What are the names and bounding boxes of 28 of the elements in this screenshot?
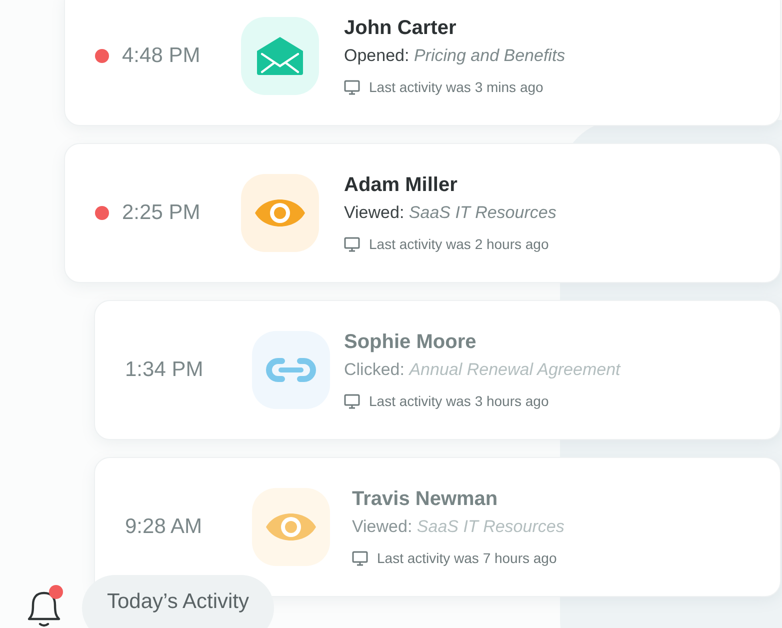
- activity-description: Opened: Pricing and Benefits: [344, 44, 566, 66]
- activity-card[interactable]: 4:48 PM John Carter Opened: Pricing and Benefits Last activity was 3 mins ago: [64, 0, 781, 126]
- last-activity-text: Last activity was 7 hours ago: [377, 548, 557, 568]
- activity-description: Viewed: SaaS IT Resources: [344, 202, 556, 224]
- contact-name: Sophie Moore: [344, 330, 478, 354]
- monitor-icon: [344, 394, 360, 408]
- open-envelope-icon: [257, 37, 303, 75]
- todays-activity-tab[interactable]: Today’s Activity: [82, 575, 274, 628]
- activity-description: Viewed: SaaS IT Resources: [352, 516, 564, 538]
- last-activity-text: Last activity was 3 mins ago: [369, 78, 544, 97]
- eye-icon: [266, 512, 316, 542]
- monitor-icon: [344, 236, 360, 252]
- activity-time: 2:25 PM: [122, 200, 202, 226]
- activity-time: 9:28 AM: [125, 514, 204, 540]
- contact-name: John Carter: [344, 16, 458, 40]
- activity-description: Clicked: Annual Renewal Agreement: [344, 358, 620, 380]
- monitor-icon: [352, 550, 368, 566]
- last-activity-text: Last activity was 3 hours ago: [369, 392, 549, 411]
- eye-icon: [255, 198, 305, 228]
- link-icon: [265, 357, 317, 383]
- activity-card[interactable]: 2:25 PM Adam Miller Viewed: SaaS IT Resources Last activity was 2 hours ago: [64, 143, 781, 283]
- activity-time: 1:34 PM: [125, 357, 204, 384]
- contact-name: Travis Newman: [352, 486, 499, 512]
- last-activity-text: Last activity was 2 hours ago: [369, 234, 549, 254]
- monitor-icon: [344, 80, 360, 94]
- activity-card[interactable]: 1:34 PM Sophie Moore Clicked: Annual Renewal Agreement Last activity was 3 hours ago: [94, 300, 781, 440]
- contact-name: Adam Miller: [344, 172, 458, 198]
- activity-time: 4:48 PM: [122, 43, 202, 70]
